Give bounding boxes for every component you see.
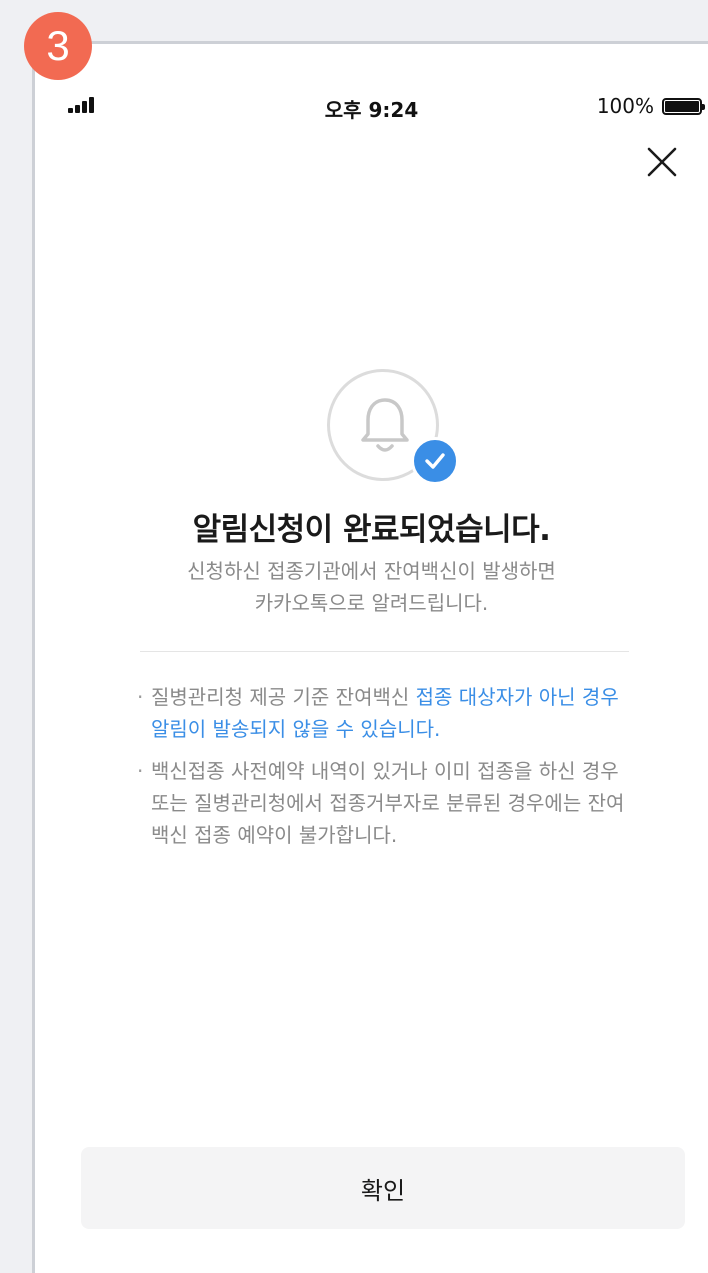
close-icon xyxy=(647,147,677,177)
battery-icon xyxy=(662,98,705,115)
confirm-button[interactable]: 확인 xyxy=(81,1147,685,1229)
step-number-badge: 3 xyxy=(24,12,92,80)
battery-percent: 100% xyxy=(596,94,654,118)
notice-text: 백신접종 사전예약 내역이 있거나 이미 접종을 하신 경우 또는 질병관리청에… xyxy=(151,759,625,847)
phone-screen: 오후 9:24 100% 알림신청이 완료되었습니다. 신청하신 접종기관에서 … xyxy=(32,41,708,1273)
notice-item: 질병관리청 제공 기준 잔여백신 접종 대상자가 아닌 경우 알림이 발송되지 … xyxy=(137,681,637,745)
check-icon xyxy=(425,453,445,469)
completion-title: 알림신청이 완료되었습니다. xyxy=(192,512,551,548)
completion-subtitle: 신청하신 접종기관에서 잔여백신이 발생하면 카카오톡으로 알려드립니다. xyxy=(35,555,708,619)
bell-icon xyxy=(361,398,409,452)
success-illustration xyxy=(327,369,459,485)
notice-item: 백신접종 사전예약 내역이 있거나 이미 접종을 하신 경우 또는 질병관리청에… xyxy=(137,755,637,851)
subtitle-line: 신청하신 접종기관에서 잔여백신이 발생하면 xyxy=(187,559,556,583)
notice-text: 질병관리청 제공 기준 잔여백신 xyxy=(151,685,416,709)
status-bar: 오후 9:24 100% xyxy=(35,44,708,122)
divider xyxy=(140,651,629,652)
notice-list: 질병관리청 제공 기준 잔여백신 접종 대상자가 아닌 경우 알림이 발송되지 … xyxy=(137,681,637,861)
close-button[interactable] xyxy=(644,144,680,180)
subtitle-line: 카카오톡으로 알려드립니다. xyxy=(254,591,489,615)
check-badge xyxy=(411,437,459,485)
